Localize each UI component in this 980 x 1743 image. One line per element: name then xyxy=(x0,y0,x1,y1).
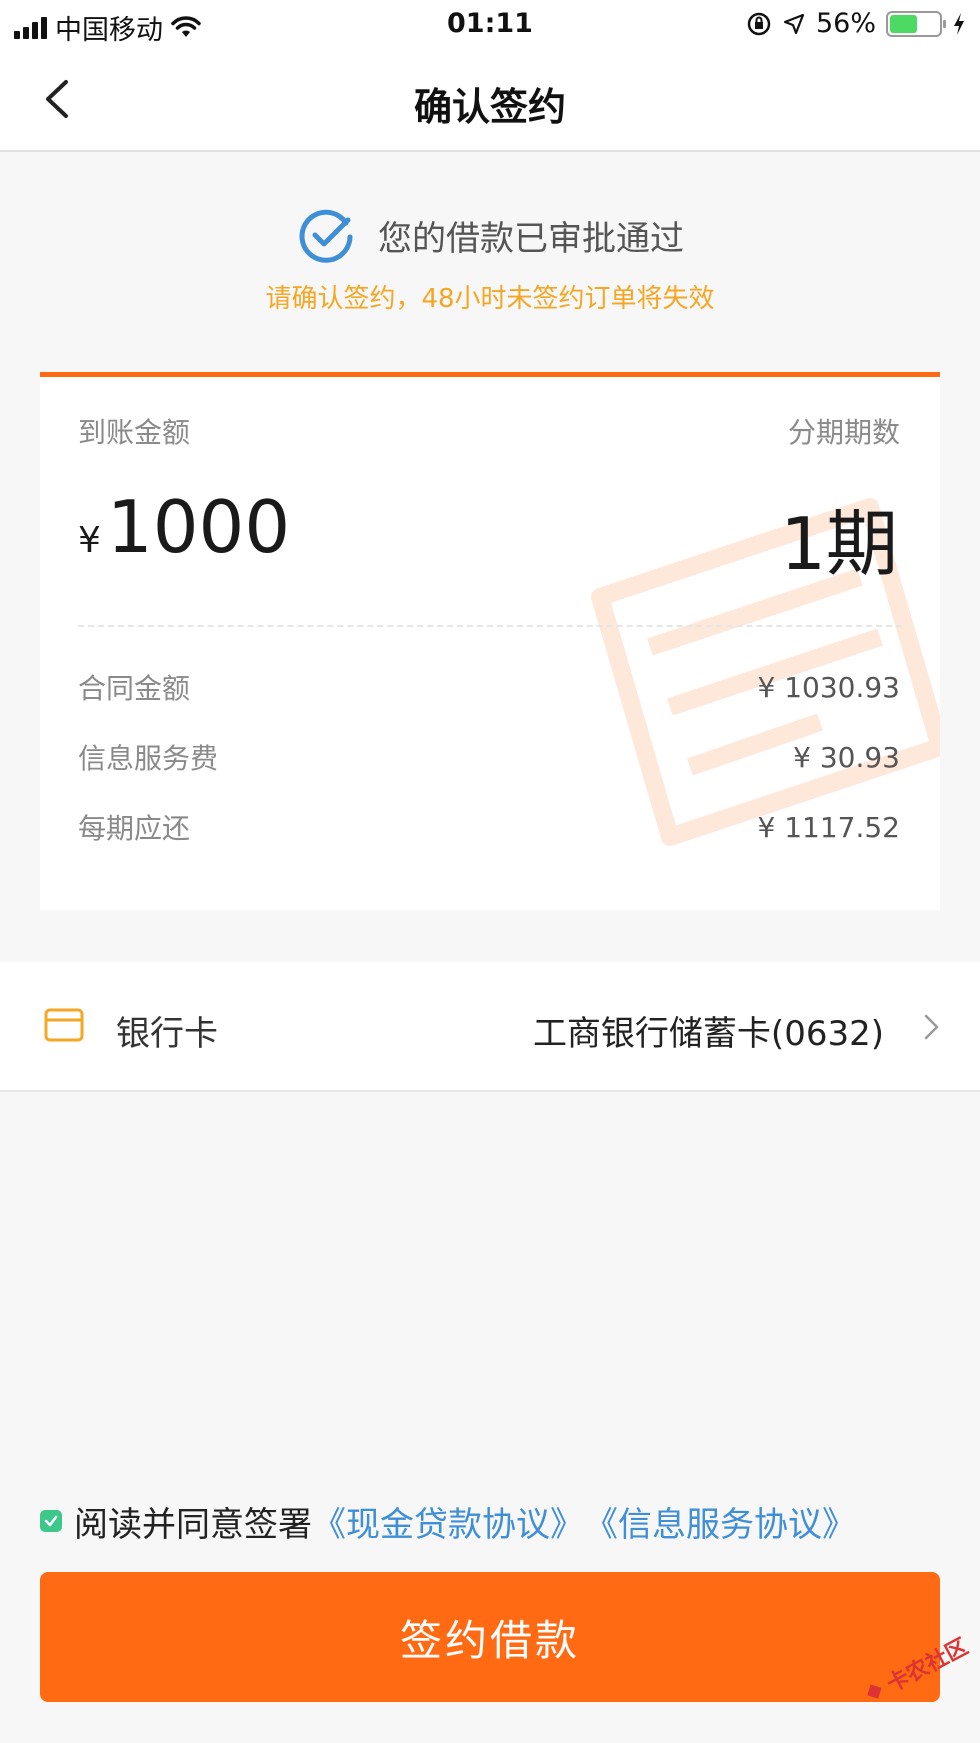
periods-label: 分期期数 xyxy=(787,416,900,449)
check-circle-icon xyxy=(299,209,353,263)
agreement-prefix: 阅读并同意签署 xyxy=(74,1504,312,1545)
currency-symbol: ¥ xyxy=(78,520,101,561)
approval-header: 您的借款已审批通过 xyxy=(0,200,980,270)
bank-card-value: 工商银行储蓄卡(0632) xyxy=(532,1014,884,1054)
charging-icon xyxy=(954,12,964,35)
nav-bar: 确认签约 xyxy=(0,48,980,152)
cash-loan-agreement-link[interactable]: 《现金贷款协议》 xyxy=(312,1497,584,1546)
sign-loan-button[interactable]: 签约借款 xyxy=(40,1572,940,1702)
detail-label: 每期应还 xyxy=(78,812,191,845)
bank-card-row[interactable]: 银行卡 工商银行储蓄卡(0632) xyxy=(0,962,980,1092)
arrival-amount: ¥1000 xyxy=(78,485,290,569)
chevron-right-icon xyxy=(924,1014,939,1040)
arrival-amount-label: 到账金额 xyxy=(78,416,191,449)
detail-row-contract: 合同金额 ¥ 1030.93 xyxy=(78,667,900,707)
loan-summary-card: 到账金额 分期期数 ¥1000 1期 合同金额 ¥ 1030.93 信息服务费 … xyxy=(40,372,940,910)
card-divider xyxy=(78,625,902,627)
battery-percent: 56% xyxy=(815,8,876,39)
amount-value: 1000 xyxy=(106,485,291,569)
detail-label: 合同金额 xyxy=(78,672,191,705)
agree-checkbox[interactable] xyxy=(40,1510,62,1532)
page-title: 确认签约 xyxy=(413,85,566,129)
battery-icon xyxy=(886,10,946,37)
expiry-notice: 请确认签约，48小时未签约订单将失效 xyxy=(265,284,715,314)
detail-row-installment: 每期应还 ¥ 1117.52 xyxy=(78,807,900,847)
detail-value: ¥ 1030.93 xyxy=(757,670,900,704)
detail-value: ¥ 1117.52 xyxy=(757,810,900,844)
bank-card-icon xyxy=(44,1008,84,1042)
agreement-row: 阅读并同意签署 《现金贷款协议》 《信息服务协议》 xyxy=(40,1496,960,1546)
bank-card-label: 银行卡 xyxy=(116,1014,218,1054)
check-icon xyxy=(44,1515,58,1527)
status-bar: 中国移动 01:11 56% xyxy=(0,0,980,48)
detail-row-service-fee: 信息服务费 ¥ 30.93 xyxy=(78,737,900,777)
detail-label: 信息服务费 xyxy=(78,742,219,775)
status-right: 56% xyxy=(746,8,966,39)
battery-fill xyxy=(890,14,917,33)
periods-value: 1期 xyxy=(780,502,898,586)
orientation-lock-icon xyxy=(747,12,771,35)
detail-value: ¥ 30.93 xyxy=(793,740,900,774)
location-icon xyxy=(783,13,805,34)
logo-mark-icon xyxy=(867,1684,882,1699)
info-service-agreement-link[interactable]: 《信息服务协议》 xyxy=(584,1497,856,1546)
approval-message: 您的借款已审批通过 xyxy=(378,218,684,259)
